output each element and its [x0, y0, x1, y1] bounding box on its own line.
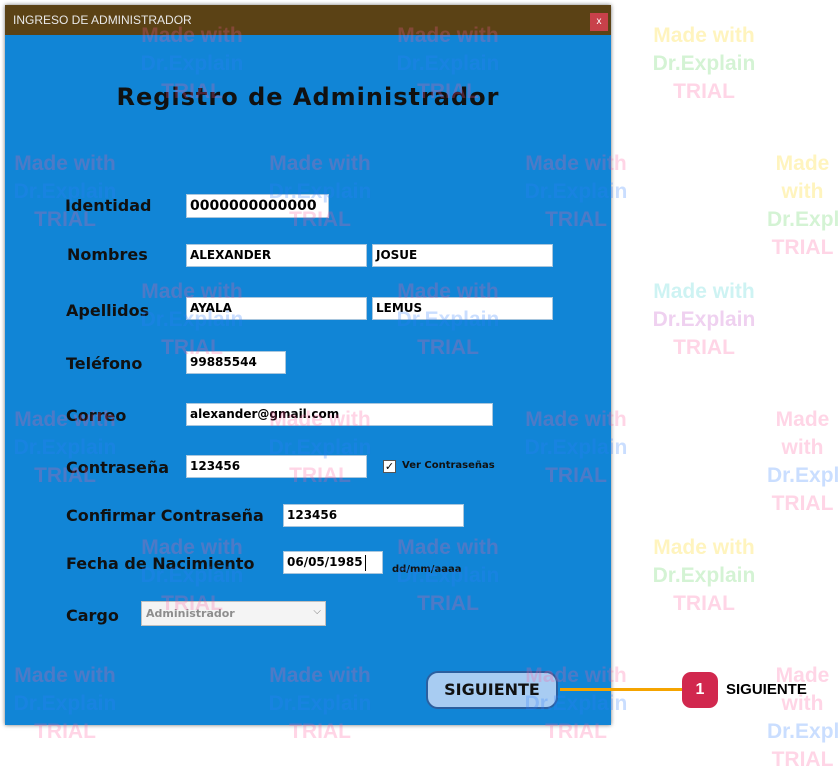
nombres-label: Nombres: [67, 245, 148, 264]
trial-watermark: Made withDr.ExplainTRIAL: [652, 280, 756, 359]
text-cursor: [364, 554, 366, 571]
chevron-down-icon: ⌵: [313, 606, 321, 617]
close-button[interactable]: x: [590, 13, 608, 31]
identidad-label: Identidad: [65, 196, 152, 215]
identidad-input[interactable]: 0000000000000: [186, 194, 329, 218]
correo-label: Correo: [66, 406, 127, 425]
primer-apellido-input[interactable]: AYALA: [186, 297, 367, 320]
fecha-nacimiento-value: 06/05/1985: [287, 555, 363, 569]
cargo-selected-value: Administrador: [146, 607, 235, 620]
date-format-hint: dd/mm/aaaa: [392, 564, 462, 575]
segundo-apellido-input[interactable]: LEMUS: [372, 297, 553, 320]
contrasena-label: Contraseña: [66, 458, 170, 477]
trial-watermark: Made withDr.ExplainTRIAL: [767, 152, 838, 259]
trial-watermark: Made withDr.ExplainTRIAL: [652, 536, 756, 615]
siguiente-button[interactable]: SIGUIENTE: [426, 671, 558, 709]
confirmar-contrasena-input[interactable]: 123456: [283, 504, 464, 527]
correo-input[interactable]: alexander@gmail.com: [186, 403, 493, 426]
callout-number-badge: 1: [682, 672, 718, 708]
title-bar: INGRESO DE ADMINISTRADOR x: [5, 5, 611, 35]
ver-contrasenas-checkbox[interactable]: ✓: [383, 460, 396, 473]
admin-registration-window: INGRESO DE ADMINISTRADOR x Registro de A…: [5, 5, 611, 725]
telefono-label: Teléfono: [66, 354, 143, 373]
page-title: Registro de Administrador: [116, 83, 500, 111]
telefono-input[interactable]: 99885544: [186, 351, 286, 374]
fecha-nacimiento-label: Fecha de Nacimiento: [66, 554, 255, 573]
trial-watermark: Made withDr.ExplainTRIAL: [767, 408, 838, 515]
fecha-nacimiento-input[interactable]: 06/05/1985: [283, 551, 383, 574]
cargo-label: Cargo: [66, 606, 119, 625]
ver-contrasenas-label[interactable]: Ver Contraseñas: [402, 460, 495, 471]
trial-watermark: Made withDr.ExplainTRIAL: [652, 24, 756, 103]
window-title: INGRESO DE ADMINISTRADOR: [13, 13, 192, 27]
confirmar-contrasena-label: Confirmar Contraseña: [66, 506, 264, 525]
primer-nombre-input[interactable]: ALEXANDER: [186, 244, 367, 267]
segundo-nombre-input[interactable]: JOSUE: [372, 244, 553, 267]
cargo-select[interactable]: Administrador ⌵: [141, 601, 326, 626]
callout-label: SIGUIENTE: [726, 681, 807, 698]
contrasena-input[interactable]: 123456: [186, 455, 367, 478]
apellidos-label: Apellidos: [66, 301, 150, 320]
trial-watermark: Made withDr.ExplainTRIAL: [767, 664, 838, 771]
callout-connector-line: [560, 688, 684, 691]
